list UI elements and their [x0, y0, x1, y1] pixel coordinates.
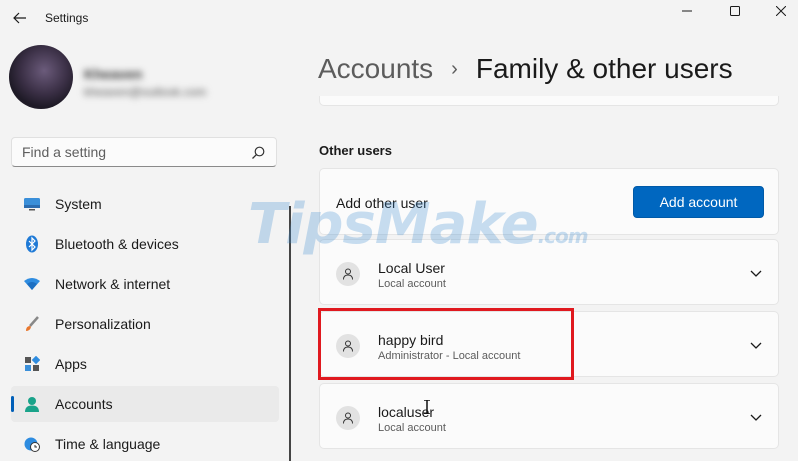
sidebar-item-bluetooth[interactable]: Bluetooth & devices	[11, 226, 279, 262]
close-icon	[776, 6, 786, 16]
add-other-user-card: Add other user Add account	[319, 168, 779, 235]
sidebar-item-label: Accounts	[55, 396, 113, 412]
search-icon[interactable]	[250, 145, 266, 161]
close-button[interactable]	[758, 0, 798, 22]
search-input[interactable]	[22, 144, 242, 160]
user-type: Local account	[378, 278, 446, 290]
add-account-button[interactable]: Add account	[633, 186, 764, 218]
pane-divider	[289, 206, 291, 461]
sidebar-item-label: System	[55, 196, 102, 212]
user-type: Administrator - Local account	[378, 350, 521, 362]
page-title: Family & other users	[475, 53, 733, 84]
sidebar-item-label: Personalization	[55, 316, 151, 332]
profile-avatar[interactable]	[9, 45, 73, 109]
add-other-user-label: Add other user	[336, 195, 428, 211]
user-row-local-user[interactable]: Local User Local account	[319, 239, 779, 305]
breadcrumb-separator: ›	[451, 57, 458, 80]
person-icon	[23, 395, 41, 413]
user-type: Local account	[378, 422, 446, 434]
monitor-icon	[23, 195, 41, 213]
sidebar-item-label: Network & internet	[55, 276, 171, 292]
sidebar-item-time-language[interactable]: Time & language	[11, 426, 279, 461]
chevron-down-icon[interactable]	[748, 337, 764, 353]
person-outline-icon	[343, 412, 353, 424]
breadcrumb: Accounts › Family & other users	[318, 53, 733, 85]
back-arrow-icon	[13, 12, 26, 24]
user-avatar	[336, 262, 360, 286]
search-box[interactable]	[11, 137, 277, 167]
wifi-icon	[23, 275, 41, 293]
profile-email: kheaven@outlook.com	[84, 85, 207, 99]
sidebar-item-network[interactable]: Network & internet	[11, 266, 279, 302]
family-card-edge	[319, 96, 779, 106]
user-name: happy bird	[378, 332, 444, 348]
user-name: Local User	[378, 260, 445, 276]
globe-clock-icon	[23, 435, 41, 453]
brush-icon	[23, 315, 41, 333]
app-title: Settings	[45, 11, 89, 25]
sidebar-item-system[interactable]: System	[11, 186, 279, 222]
maximize-button[interactable]	[712, 0, 758, 22]
sidebar-item-apps[interactable]: Apps	[11, 346, 279, 382]
sidebar-item-label: Time & language	[55, 436, 161, 452]
text-cursor-icon	[424, 400, 430, 414]
profile-name: Kheaven	[84, 66, 143, 82]
bluetooth-icon	[23, 235, 41, 253]
maximize-icon	[730, 6, 740, 16]
apps-icon	[23, 355, 41, 373]
breadcrumb-parent[interactable]: Accounts	[318, 53, 433, 85]
chevron-down-icon[interactable]	[748, 409, 764, 425]
user-avatar	[336, 406, 360, 430]
chevron-down-icon[interactable]	[748, 265, 764, 281]
user-row-happy-bird[interactable]: happy bird Administrator - Local account	[319, 311, 779, 377]
section-title: Other users	[319, 143, 392, 158]
person-outline-icon	[343, 340, 353, 352]
person-outline-icon	[343, 268, 353, 280]
sidebar-item-accounts[interactable]: Accounts	[11, 386, 279, 422]
sidebar-nav: System Bluetooth & devices Network & int…	[11, 186, 279, 461]
user-avatar	[336, 334, 360, 358]
minimize-button[interactable]	[664, 0, 710, 22]
title-bar: Settings	[0, 0, 798, 38]
sidebar-item-personalization[interactable]: Personalization	[11, 306, 279, 342]
sidebar-item-label: Bluetooth & devices	[55, 236, 179, 252]
sidebar-item-label: Apps	[55, 356, 87, 372]
back-button[interactable]	[8, 6, 32, 30]
minimize-icon	[682, 10, 692, 12]
user-row-localuser[interactable]: localuser Local account	[319, 383, 779, 449]
